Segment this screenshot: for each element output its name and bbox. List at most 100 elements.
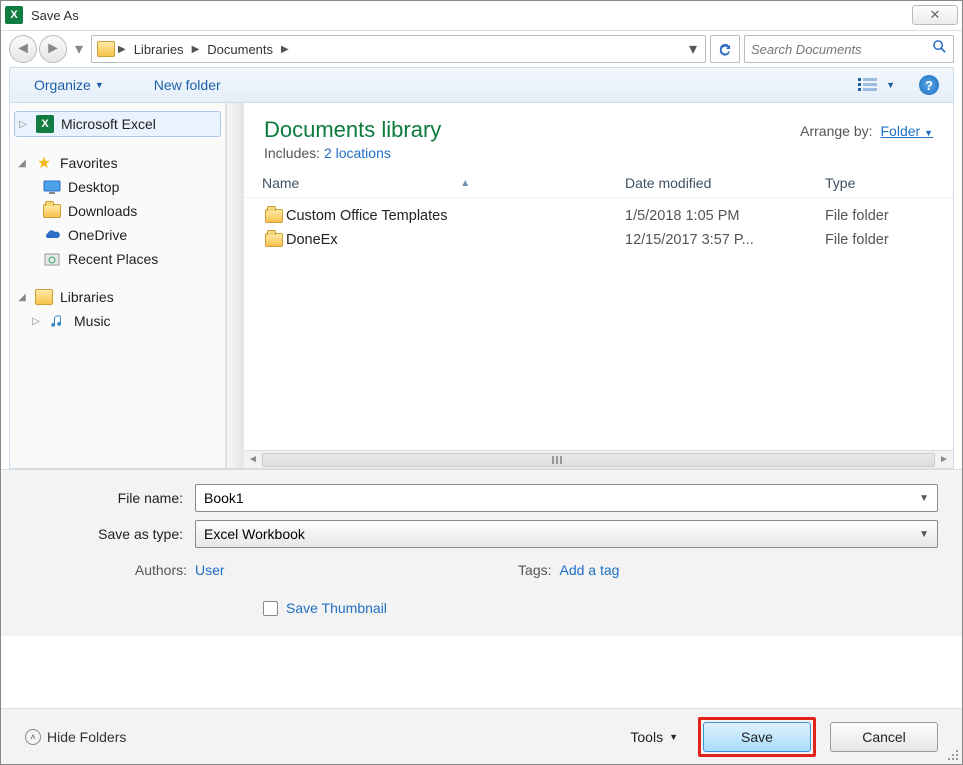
collapse-icon[interactable]: ◢ (16, 158, 28, 169)
scroll-left-icon[interactable]: ◄ (244, 454, 262, 465)
col-type[interactable]: Type (825, 175, 935, 191)
libraries-icon (96, 40, 116, 58)
close-button[interactable]: ✕ (912, 5, 958, 25)
filename-input[interactable]: Book1 ▼ (195, 484, 938, 512)
cancel-label: Cancel (862, 729, 906, 745)
window-title: Save As (31, 8, 912, 23)
tree-libraries[interactable]: ◢ Libraries (10, 285, 225, 309)
col-name-label: Name (262, 175, 299, 191)
tree-favorites[interactable]: ◢ ★ Favorites (10, 151, 225, 175)
forward-button[interactable]: ► (39, 35, 67, 63)
search-icon (932, 39, 947, 59)
desktop-icon (42, 178, 62, 196)
recent-icon (42, 250, 62, 268)
organize-menu[interactable]: Organize ▼ (24, 73, 114, 97)
chevron-up-icon: ˄ (25, 729, 41, 745)
tags-value[interactable]: Add a tag (560, 562, 620, 578)
downloads-icon (42, 202, 62, 220)
scroll-track[interactable] (262, 453, 935, 467)
tree-label: Microsoft Excel (61, 116, 218, 132)
nav-tree: ▷ X Microsoft Excel ◢ ★ Favorites Deskto… (10, 103, 226, 468)
new-folder-label: New folder (154, 77, 221, 93)
footer: ˄ Hide Folders Tools ▼ Save Cancel (1, 708, 962, 764)
tools-menu[interactable]: Tools ▼ (630, 729, 678, 745)
excel-app-icon: X (5, 6, 25, 26)
arrange-label: Arrange by: (800, 123, 872, 139)
view-icon (858, 77, 880, 93)
file-type: File folder (825, 232, 935, 248)
save-button[interactable]: Save (703, 722, 811, 752)
toolbar: Organize ▼ New folder ▼ ? (9, 67, 954, 103)
saveastype-value: Excel Workbook (204, 526, 305, 542)
recent-locations-button[interactable]: ▾ (71, 37, 87, 61)
help-button[interactable]: ? (919, 75, 939, 95)
tree-label: Desktop (68, 179, 219, 195)
thumbnail-checkbox[interactable] (263, 601, 278, 616)
tree-music[interactable]: ▷ Music (10, 309, 225, 333)
file-row[interactable]: Custom Office Templates 1/5/2018 1:05 PM… (262, 204, 935, 228)
chevron-right-icon: ▶ (279, 44, 291, 55)
file-list[interactable]: Custom Office Templates 1/5/2018 1:05 PM… (244, 198, 953, 258)
col-date[interactable]: Date modified (625, 175, 825, 191)
tree-label: Favorites (60, 155, 219, 171)
arrange-value-text: Folder (881, 123, 921, 139)
highlight-save: Save (698, 717, 816, 757)
file-name: Custom Office Templates (286, 208, 625, 224)
organize-label: Organize (34, 77, 91, 93)
authors-value[interactable]: User (195, 562, 225, 578)
collapse-icon[interactable]: ◢ (16, 292, 28, 303)
library-title: Documents library (264, 117, 800, 143)
cancel-button[interactable]: Cancel (830, 722, 938, 752)
chevron-right-icon: ▶ (116, 44, 128, 55)
breadcrumb[interactable]: ▶ Libraries ▶ Documents ▶ ▾ (91, 35, 706, 63)
tags-label: Tags: (482, 562, 552, 578)
file-row[interactable]: DoneEx 12/15/2017 3:57 P... File folder (262, 228, 935, 252)
change-view-button[interactable]: ▼ (850, 77, 903, 93)
chevron-down-icon[interactable]: ▼ (919, 529, 929, 540)
chevron-down-icon: ▼ (95, 80, 104, 90)
scroll-right-icon[interactable]: ► (935, 454, 953, 465)
tree-microsoft-excel[interactable]: ▷ X Microsoft Excel (14, 111, 221, 137)
tree-label: Downloads (68, 203, 219, 219)
includes-label: Includes: (264, 145, 320, 161)
saveastype-combo[interactable]: Excel Workbook ▼ (195, 520, 938, 548)
folder-icon (262, 209, 286, 223)
search-input[interactable] (751, 42, 932, 57)
locations-link[interactable]: 2 locations (324, 145, 391, 161)
tree-desktop[interactable]: Desktop (10, 175, 225, 199)
search-box[interactable] (744, 35, 954, 63)
hide-folders-button[interactable]: ˄ Hide Folders (25, 729, 126, 745)
save-label: Save (741, 729, 773, 745)
horizontal-scrollbar[interactable]: ◄ ► (244, 450, 953, 468)
tree-label: OneDrive (68, 227, 219, 243)
filename-label: File name: (25, 490, 195, 506)
cloud-icon (42, 226, 62, 244)
filename-value: Book1 (204, 490, 244, 506)
address-row: ◄ ► ▾ ▶ Libraries ▶ Documents ▶ ▾ (1, 31, 962, 67)
star-icon: ★ (34, 154, 54, 172)
resize-grip[interactable] (946, 748, 960, 762)
expand-icon[interactable]: ▷ (17, 119, 29, 130)
content-pane: Documents library Includes: 2 locations … (244, 103, 953, 468)
tree-label: Libraries (60, 289, 219, 305)
arrange-value[interactable]: Folder ▼ (881, 123, 934, 139)
tools-label: Tools (630, 729, 663, 745)
new-folder-button[interactable]: New folder (144, 73, 231, 97)
expand-icon[interactable]: ▷ (30, 316, 42, 327)
tree-recent-places[interactable]: Recent Places (10, 247, 225, 271)
sidebar-scrollbar[interactable] (226, 103, 244, 468)
chevron-down-icon: ▼ (669, 732, 678, 742)
breadcrumb-dropdown[interactable]: ▾ (685, 39, 701, 59)
refresh-icon (717, 41, 733, 57)
chevron-down-icon[interactable]: ▼ (919, 493, 929, 504)
chevron-down-icon: ▼ (886, 80, 895, 90)
tree-onedrive[interactable]: OneDrive (10, 223, 225, 247)
refresh-button[interactable] (710, 35, 740, 63)
tree-downloads[interactable]: Downloads (10, 199, 225, 223)
column-headers[interactable]: Name▲ Date modified Type (244, 165, 953, 198)
breadcrumb-libraries[interactable]: Libraries (128, 36, 190, 62)
back-button[interactable]: ◄ (9, 35, 37, 63)
col-name[interactable]: Name▲ (262, 175, 625, 191)
breadcrumb-documents[interactable]: Documents (201, 36, 279, 62)
save-thumbnail-option[interactable]: Save Thumbnail (25, 578, 938, 624)
